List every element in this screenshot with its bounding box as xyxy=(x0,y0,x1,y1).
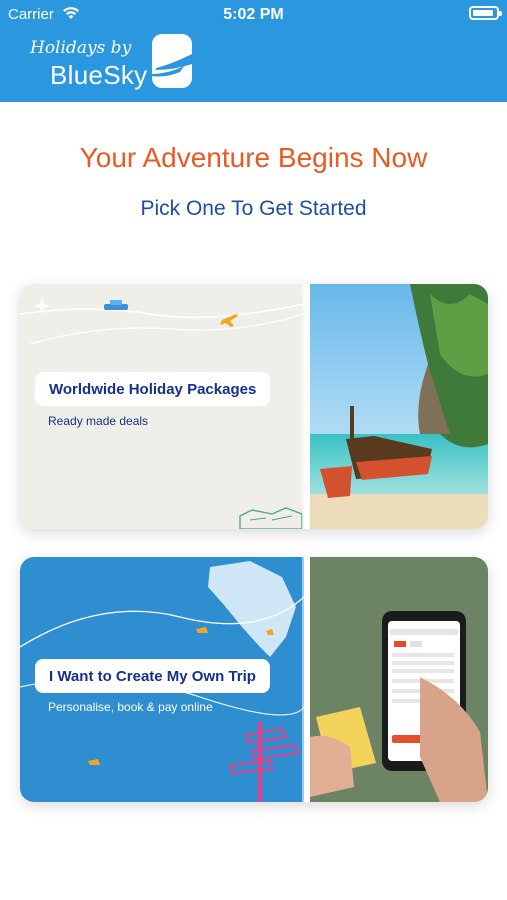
brand-word-text: BlueSky xyxy=(50,60,148,90)
holiday-packages-title: Worldwide Holiday Packages xyxy=(35,372,271,406)
create-own-trip-card[interactable]: I Want to Create My Own Trip Personalise… xyxy=(20,557,488,802)
app-header: Carrier 5:02 PM Holidays by BlueSky xyxy=(0,0,507,102)
card-divider xyxy=(302,284,310,529)
brand-logo[interactable]: Holidays by BlueSky xyxy=(30,34,210,94)
create-own-trip-panel: I Want to Create My Own Trip Personalise… xyxy=(20,557,304,802)
ship-icon xyxy=(104,300,128,310)
phone-booking-app-photo xyxy=(310,557,488,802)
map-sketch-decoration xyxy=(239,507,303,529)
holiday-packages-panel: Worldwide Holiday Packages Ready made de… xyxy=(20,284,304,529)
holiday-packages-card[interactable]: Worldwide Holiday Packages Ready made de… xyxy=(20,284,488,529)
status-bar: Carrier 5:02 PM xyxy=(0,0,507,28)
battery-icon xyxy=(469,6,502,20)
beach-longtail-boat-photo xyxy=(310,284,488,529)
signpost-icon xyxy=(228,722,300,802)
clock-label: 5:02 PM xyxy=(223,6,284,23)
bluesky-logo-icon xyxy=(150,34,194,90)
page-subtitle: Pick One To Get Started xyxy=(140,197,367,220)
create-own-trip-title: I Want to Create My Own Trip xyxy=(35,659,270,693)
card-divider xyxy=(302,557,310,802)
page-title: Your Adventure Begins Now xyxy=(79,142,428,173)
holiday-packages-caption: Ready made deals xyxy=(48,414,149,428)
create-own-trip-caption: Personalise, book & pay online xyxy=(48,700,213,714)
brand-script-text: Holidays by xyxy=(30,38,132,58)
holiday-packages-illustration xyxy=(20,298,304,529)
